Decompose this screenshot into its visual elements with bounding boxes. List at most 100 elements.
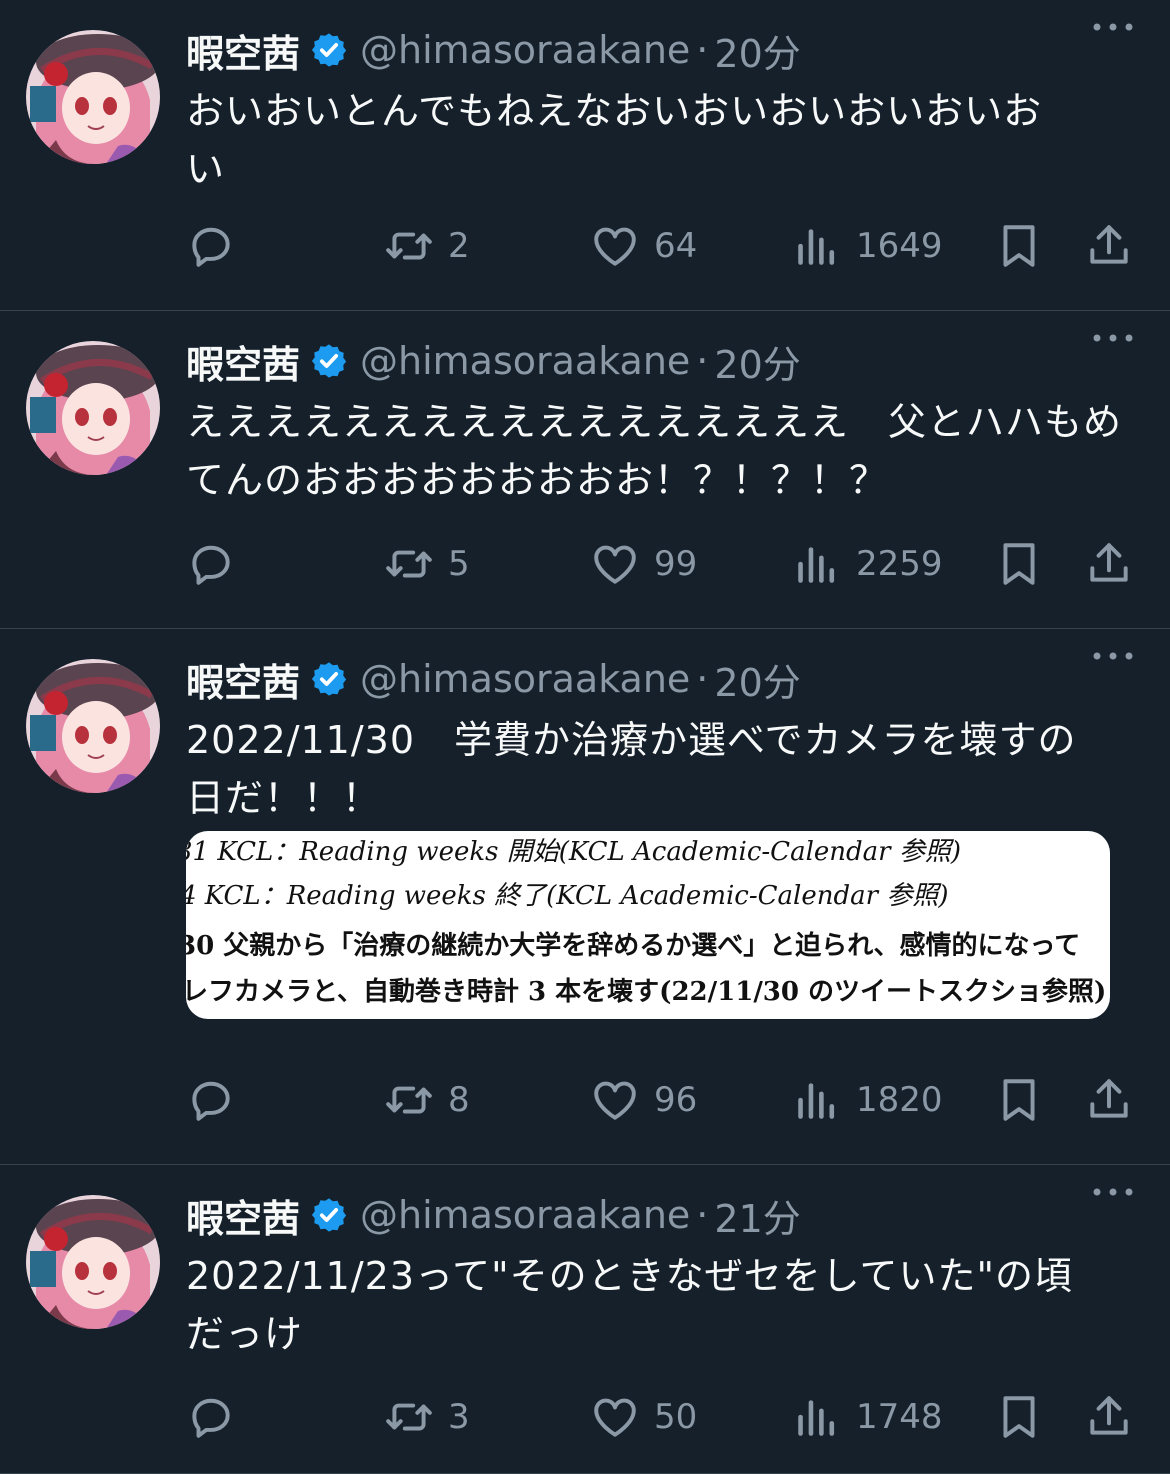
avatar[interactable] [26, 30, 160, 164]
view-count: 2259 [856, 544, 943, 584]
reply-icon [186, 1075, 236, 1125]
view-count: 1649 [856, 226, 943, 266]
heart-icon [590, 539, 640, 589]
verified-badge-icon [310, 31, 348, 69]
share-icon [1084, 539, 1134, 589]
bookmark-icon [994, 1392, 1044, 1442]
bookmark-button[interactable] [994, 1389, 1044, 1445]
like-count: 99 [654, 544, 698, 584]
retweet-count: 3 [448, 1397, 470, 1437]
timestamp[interactable]: 21分 [714, 1188, 800, 1243]
user-handle[interactable]: @himasoraakane [360, 339, 690, 383]
retweet-icon [384, 221, 434, 271]
bookmark-button[interactable] [994, 218, 1044, 274]
display-name[interactable]: 暇空茜 [186, 652, 300, 707]
tweet-text: 2022/11/30 学費か治療か選べでカメラを壊すの 日だ！！！ [186, 711, 1140, 827]
verified-badge-icon [310, 660, 348, 698]
timeline: 暇空茜 @himasoraakane · 20分 おいおいとんでもねえなおいおい… [0, 0, 1170, 1474]
image-text-line: 4 KCL：Reading weeks 終了(KCL Academic-Cale… [186, 881, 949, 911]
tweet[interactable]: 暇空茜 @himasoraakane · 21分 2022/11/23って"その… [0, 1165, 1170, 1474]
action-bar: 2 64 1649 [186, 218, 1140, 274]
separator-dot: · [696, 1193, 709, 1237]
share-icon [1084, 1392, 1134, 1442]
views-icon [792, 539, 842, 589]
tweet-text-line: い [186, 147, 226, 191]
tweet[interactable]: 暇空茜 @himasoraakane · 20分 おいおいとんでもねえなおいおい… [0, 0, 1170, 311]
like-count: 50 [654, 1397, 698, 1437]
like-button[interactable]: 96 [590, 1072, 697, 1128]
views-button[interactable]: 1820 [792, 1072, 943, 1128]
like-button[interactable]: 64 [590, 218, 697, 274]
share-button[interactable] [1084, 218, 1134, 274]
reply-icon [186, 221, 236, 271]
heart-icon [590, 221, 640, 271]
user-handle[interactable]: @himasoraakane [360, 28, 690, 72]
tweet-header: 暇空茜 @himasoraakane · 20分 [186, 22, 1140, 78]
tweet-text-line: 2022/11/30 学費か治療か選べでカメラを壊すの [186, 718, 1077, 762]
tweet-text-line: えええええええええええええええええ 父とハハもめ [186, 400, 1123, 444]
verified-badge-icon [310, 1196, 348, 1234]
user-handle[interactable]: @himasoraakane [360, 1193, 690, 1237]
tweet-header: 暇空茜 @himasoraakane · 20分 [186, 333, 1140, 389]
tweet-text: 2022/11/23って"そのときなぜセをしていた"の頃 だっけ [186, 1247, 1140, 1363]
tweet-text: えええええええええええええええええ 父とハハもめ てんのおおおおおおおおお！？！… [186, 393, 1140, 509]
like-button[interactable]: 99 [590, 536, 697, 592]
action-bar: 3 50 1748 [186, 1389, 1140, 1445]
more-options-icon[interactable] [1088, 641, 1138, 671]
bookmark-icon [994, 1075, 1044, 1125]
avatar[interactable] [26, 659, 160, 793]
display-name[interactable]: 暇空茜 [186, 334, 300, 389]
verified-badge-icon [310, 342, 348, 380]
views-button[interactable]: 2259 [792, 536, 943, 592]
bookmark-button[interactable] [994, 1072, 1044, 1128]
retweet-icon [384, 1392, 434, 1442]
reply-button[interactable] [186, 536, 236, 592]
like-button[interactable]: 50 [590, 1389, 697, 1445]
image-text-line: 31 KCL：Reading weeks 開始(KCL Academic-Cal… [186, 837, 962, 867]
separator-dot: · [696, 339, 709, 383]
share-button[interactable] [1084, 1389, 1134, 1445]
timestamp[interactable]: 20分 [714, 23, 800, 78]
retweet-button[interactable]: 5 [384, 536, 470, 592]
tweet-text: おいおいとんでもねえなおいおいおいおいおいお い [186, 82, 1140, 198]
more-options-icon[interactable] [1088, 323, 1138, 353]
views-button[interactable]: 1748 [792, 1389, 943, 1445]
timestamp[interactable]: 20分 [714, 652, 800, 707]
reply-button[interactable] [186, 1072, 236, 1128]
tweet-text-line: てんのおおおおおおおおお！？！？！？ [186, 458, 889, 502]
tweet-header: 暇空茜 @himasoraakane · 20分 [186, 651, 1140, 707]
reply-button[interactable] [186, 1389, 236, 1445]
tweet[interactable]: 暇空茜 @himasoraakane · 20分 2022/11/30 学費か治… [0, 629, 1170, 1165]
more-options-icon[interactable] [1088, 12, 1138, 42]
share-button[interactable] [1084, 1072, 1134, 1128]
bookmark-icon [994, 539, 1044, 589]
avatar[interactable] [26, 1195, 160, 1329]
timestamp[interactable]: 20分 [714, 334, 800, 389]
like-count: 96 [654, 1080, 698, 1120]
more-options-icon[interactable] [1088, 1177, 1138, 1207]
retweet-button[interactable]: 2 [384, 218, 470, 274]
avatar[interactable] [26, 341, 160, 475]
views-button[interactable]: 1649 [792, 218, 943, 274]
bookmark-button[interactable] [994, 536, 1044, 592]
heart-icon [590, 1075, 640, 1125]
tweet-header: 暇空茜 @himasoraakane · 21分 [186, 1187, 1140, 1243]
retweet-count: 8 [448, 1080, 470, 1120]
share-button[interactable] [1084, 536, 1134, 592]
display-name[interactable]: 暇空茜 [186, 1188, 300, 1243]
retweet-count: 2 [448, 226, 470, 266]
image-text-line: レフカメラと、自動巻き時計 3 本を壊す(22/11/30 のツイートスクショ参… [186, 977, 1107, 1007]
view-count: 1748 [856, 1397, 943, 1437]
attached-image[interactable]: 31 KCL：Reading weeks 開始(KCL Academic-Cal… [186, 831, 1110, 1019]
share-icon [1084, 221, 1134, 271]
reply-button[interactable] [186, 218, 236, 274]
view-count: 1820 [856, 1080, 943, 1120]
tweet-content: 暇空茜 @himasoraakane · 20分 2022/11/30 学費か治… [186, 629, 1140, 1165]
retweet-button[interactable]: 3 [384, 1389, 470, 1445]
tweet[interactable]: 暇空茜 @himasoraakane · 20分 えええええええええええええええ… [0, 311, 1170, 629]
display-name[interactable]: 暇空茜 [186, 23, 300, 78]
heart-icon [590, 1392, 640, 1442]
tweet-text-line: 2022/11/23って"そのときなぜセをしていた"の頃 [186, 1254, 1073, 1298]
retweet-button[interactable]: 8 [384, 1072, 470, 1128]
user-handle[interactable]: @himasoraakane [360, 657, 690, 701]
